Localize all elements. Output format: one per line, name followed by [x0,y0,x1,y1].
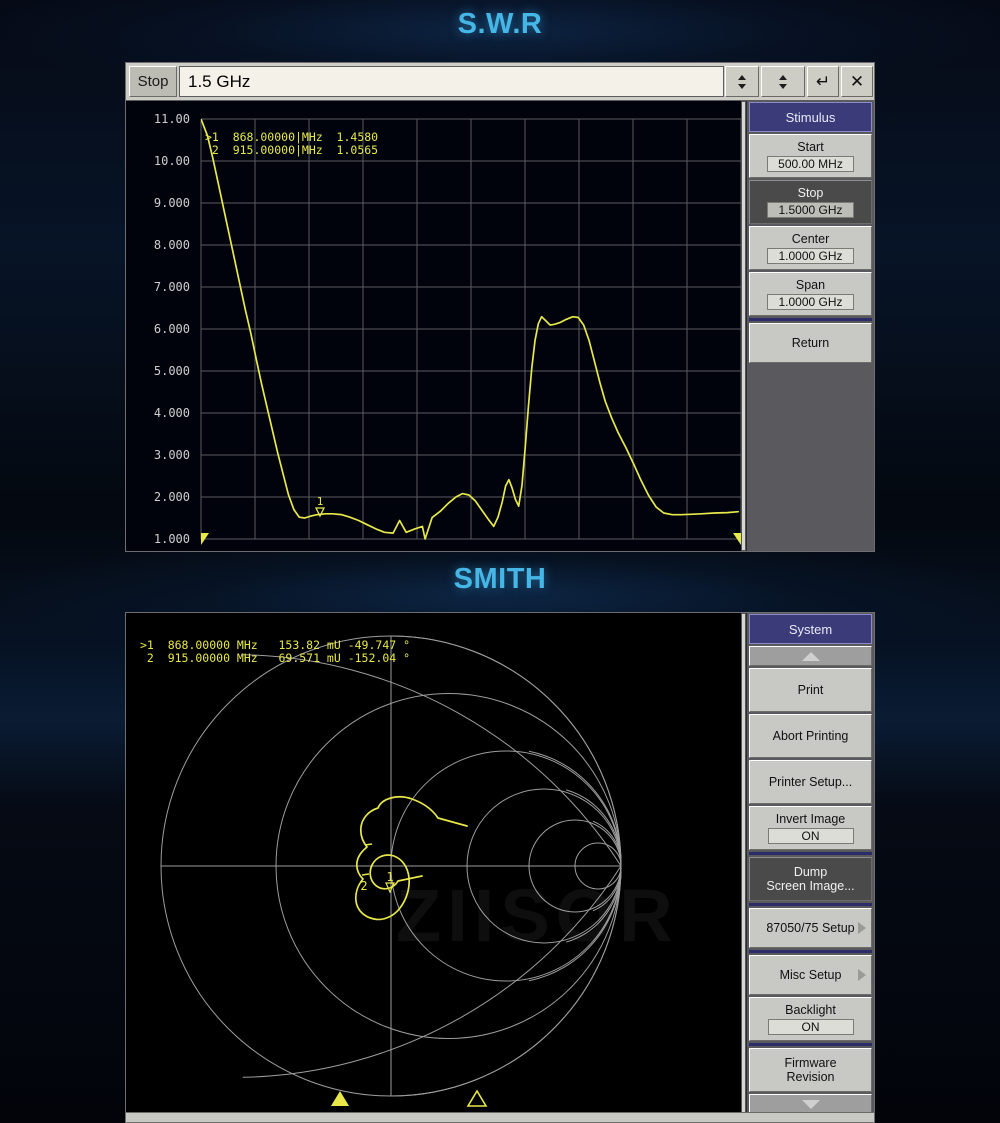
smith-status-bar [126,1112,874,1122]
y-tick: 10.00 [153,154,190,168]
smith-marker-table: >1 868.00000 MHz 153.82 mU -49.747 ° 2 9… [140,638,411,665]
svg-text:1: 1 [317,495,324,508]
softkey-invert-image-value[interactable]: ON [767,828,854,844]
softkey-firmware-revision-label: Firmware Revision [784,1056,837,1084]
y-tick: 9.000 [153,196,190,210]
softkey-return-label: Return [791,336,830,350]
y-tick: 6.000 [153,322,190,336]
softkey-87050-75-setup[interactable]: 87050/75 Setup [749,908,872,948]
softkey-backlight[interactable]: Backlight ON [749,997,872,1041]
swr-y-axis-labels: 11.00 10.00 9.000 8.000 7.000 6.000 5.00… [126,101,196,551]
swr-marker-table: >1 868.00000|MHz 1.4580 2 915.00000|MHz … [205,130,379,157]
submenu-arrow-icon [858,969,866,981]
smith-plot-area[interactable]: Tr1 S11 Smith (Lin/Phase) Scale 1.000U [126,613,746,1122]
swr-entry-toolbar: Stop 1.5 GHz ↵ ✕ [126,63,874,101]
swr-instrument-window: Stop 1.5 GHz ↵ ✕ Tr1 S11 SWR 1.000/ Ref … [125,62,875,552]
smith-marker-2: 2 [360,879,367,893]
menu-divider [749,903,872,906]
softkey-abort-printing[interactable]: Abort Printing [749,714,872,758]
close-button[interactable]: ✕ [841,66,873,97]
menu-divider [749,852,872,855]
softkey-firmware-revision[interactable]: Firmware Revision [749,1048,872,1092]
stepper-down-icon[interactable] [738,83,746,89]
softkey-backlight-value[interactable]: ON [767,1019,854,1035]
menu-divider [749,950,872,953]
page-title-swr: S.W.R [457,8,543,40]
coarse-stepper[interactable] [725,66,759,97]
y-tick: 1.000 [153,532,190,546]
softkey-span-value[interactable]: 1.0000 GHz [767,294,854,310]
softkey-printer-setup[interactable]: Printer Setup... [749,760,872,804]
softkey-stop-label: Stop [797,186,824,200]
menu-scroll-up-button[interactable] [749,646,872,666]
y-tick: 11.00 [153,112,190,126]
system-menu: System Print Abort Printing Printer Setu… [746,613,874,1122]
softkey-center-label: Center [791,232,830,246]
softkey-start-value[interactable]: 500.00 MHz [767,156,854,172]
enter-button[interactable]: ↵ [807,66,839,97]
softkey-printer-setup-label: Printer Setup... [768,775,853,789]
stimulus-menu: Stimulus Start 500.00 MHz Stop 1.5000 GH… [746,101,874,551]
page-title-smith: SMITH [453,563,547,595]
smith-instrument-window: Tr1 S11 Smith (Lin/Phase) Scale 1.000U [125,612,875,1123]
softkey-stop[interactable]: Stop 1.5000 GHz [749,180,872,224]
menu-title-stimulus: Stimulus [749,102,872,132]
stop-field-label: Stop [129,66,177,97]
softkey-backlight-label: Backlight [785,1003,836,1017]
softkey-start[interactable]: Start 500.00 MHz [749,134,872,178]
menu-scroll-down-button[interactable] [749,1094,872,1114]
softkey-print[interactable]: Print [749,668,872,712]
fine-stepper-down-icon[interactable] [779,83,787,89]
submenu-arrow-icon [858,922,866,934]
svg-text:1: 1 [386,870,393,884]
y-tick: 8.000 [153,238,190,252]
softkey-misc-setup[interactable]: Misc Setup [749,955,872,995]
softkey-center-value[interactable]: 1.0000 GHz [767,248,854,264]
y-tick: 7.000 [153,280,190,294]
menu-divider [749,318,872,321]
softkey-invert-image-label: Invert Image [775,812,846,826]
swr-graph: 1 1 [126,101,746,551]
svg-text:2: 2 [360,879,367,893]
y-tick: 3.000 [153,448,190,462]
chevron-up-icon [801,651,820,661]
softkey-invert-image[interactable]: Invert Image ON [749,806,872,850]
menu-title-system: System [749,614,872,644]
y-tick: 4.000 [153,406,190,420]
softkey-stop-value[interactable]: 1.5000 GHz [767,202,854,218]
smith-chart: 1 2 [126,613,746,1122]
softkey-span-label: Span [795,278,826,292]
stop-value-input[interactable]: 1.5 GHz [179,66,724,97]
fine-stepper-up-icon[interactable] [779,74,787,80]
menu-divider [749,1043,872,1046]
y-tick: 2.000 [153,490,190,504]
swr-plot-area[interactable]: Tr1 S11 SWR 1.000/ Ref 1.000 [126,101,746,551]
fine-stepper[interactable] [761,66,805,97]
softkey-abort-printing-label: Abort Printing [772,729,849,743]
softkey-return[interactable]: Return [749,323,872,363]
y-tick: 5.000 [153,364,190,378]
stepper-up-icon[interactable] [738,74,746,80]
chevron-down-icon [801,1099,820,1109]
menu-empty-space [749,365,872,551]
page-root: S.W.R SMITH Stop 1.5 GHz ↵ ✕ Tr1 S11 SWR… [0,0,1000,1123]
softkey-center[interactable]: Center 1.0000 GHz [749,226,872,270]
softkey-dump-screen-image[interactable]: Dump Screen Image... [749,857,872,901]
softkey-span[interactable]: Span 1.0000 GHz [749,272,872,316]
softkey-misc-setup-label: Misc Setup [779,968,842,982]
softkey-start-label: Start [797,140,824,154]
softkey-87050-75-setup-label: 87050/75 Setup [766,921,855,935]
softkey-dump-screen-image-label: Dump Screen Image... [766,865,855,893]
softkey-print-label: Print [797,683,824,697]
